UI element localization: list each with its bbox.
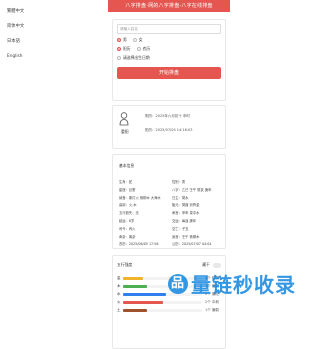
bazi-title: 基本信息 <box>119 163 135 168</box>
wuxing-bar-row: 火 2个 中和 <box>117 300 221 305</box>
wuxing-bar-fill <box>123 277 143 280</box>
bazi-cell: 交运：每逢 庚年 <box>172 218 197 223</box>
bazi-cell: 命卦：离卦 <box>119 234 136 239</box>
language-sidebar: 繁體中文 简体中文 日本語 English <box>0 0 104 300</box>
bazi-cell: 五行缺失：无 <box>119 211 139 216</box>
gender-female-radio[interactable] <box>132 38 137 42</box>
page-title: 八字排盘-网的八字排盘-八字在线排盘 <box>108 0 230 12</box>
birth-form: 请输入姓名 男 女 阳历 农历 请选择出生日期 开始排盘 <box>112 19 226 101</box>
bazi-cell: 司令：丙火 <box>119 226 136 231</box>
bazi-cell: 喜用：火,木 <box>119 203 137 208</box>
bazi-cell: 星座：巨蟹 <box>119 187 136 192</box>
calendar-lunar-label: 农历 <box>142 46 151 51</box>
bazi-cell: 起运：8岁 <box>119 218 135 223</box>
bazi-cell: 纳音：覆灯火 杨柳木 大海水 <box>119 195 161 200</box>
calendar-row: 阳历 农历 <box>117 46 221 52</box>
sidebar-item-simplified-chinese[interactable]: 简体中文 <box>0 19 104 34</box>
wuxing-header: 五行强度 藏干 <box>117 262 221 268</box>
wuxing-bar-fill <box>123 309 147 312</box>
person-icon <box>119 112 129 126</box>
date-select-radio[interactable] <box>117 56 121 60</box>
profile-name: 重阳 <box>121 129 129 134</box>
bazi-cell: 身宫：壬午 杨柳木 <box>172 234 200 239</box>
hidden-stem-toggle[interactable] <box>213 262 221 268</box>
calendar-lunar-radio[interactable] <box>136 47 141 51</box>
hidden-stem-label: 藏干 <box>202 262 210 267</box>
gender-row: 男 女 <box>117 37 221 43</box>
bazi-cell: 日主：癸水 <box>172 195 189 200</box>
wuxing-title: 五行强度 <box>117 262 133 267</box>
calendar-solar-label: 阳历 <box>123 46 131 51</box>
hidden-stem-toggle-wrap: 藏干 <box>202 262 221 268</box>
submit-button[interactable]: 开始排盘 <box>117 67 221 79</box>
bazi-cell: 八字：乙巳 壬午 癸亥 庚申 <box>172 187 212 192</box>
bazi-cell: 命宫：甲申 泉中水 <box>172 211 200 216</box>
wuxing-bar-fill <box>123 301 163 304</box>
calendar-solar-radio[interactable] <box>117 47 121 51</box>
main-column: 八字排盘-网的八字排盘-八字在线排盘 请输入姓名 男 女 阳历 农历 请选择出生… <box>108 0 230 349</box>
watermark-logo-icon: 品 <box>168 273 188 294</box>
bazi-cell: 胎元：癸酉 剑锋金 <box>172 203 200 208</box>
gender-male-label: 男 <box>123 37 127 42</box>
bazi-cell: 公历：2025/07/07 04:04 <box>172 242 212 247</box>
wuxing-bar-row: 土 1个 偏弱 <box>117 308 221 313</box>
sidebar-item-english[interactable]: English <box>0 49 104 64</box>
wuxing-bar-fill <box>123 285 147 288</box>
name-input[interactable]: 请输入姓名 <box>117 24 221 34</box>
wuxing-bar-track <box>123 309 202 312</box>
wuxing-bar-value: 1个 偏弱 <box>205 308 219 312</box>
watermark: 品 量链秒收录 <box>168 269 296 298</box>
profile-card: 重阳 阴历：2025年六月初十 申时 阳历：2025/07/04 14:16:0… <box>112 105 226 149</box>
sidebar-item-japanese[interactable]: 日本語 <box>0 34 104 49</box>
bazi-cell: 空亡：子丑 <box>172 226 189 231</box>
date-select[interactable]: 请选择出生日期 <box>123 55 150 61</box>
profile-lunar-date: 阴历：2025年六月初十 申时 <box>145 114 191 118</box>
gender-female-label: 女 <box>138 37 143 42</box>
date-row: 请选择出生日期 <box>117 55 221 61</box>
bazi-cell: 农历：2025/06/05 17:56 <box>119 242 159 247</box>
bazi-card: 基本信息 生肖：蛇 性别：男星座：巨蟹 八字：乙巳 壬午 癸亥 庚申纳音：覆灯火 杨… <box>112 154 226 249</box>
wuxing-bar-value: 2个 中和 <box>205 300 219 304</box>
bazi-grid: 生肖：蛇 性别：男星座：巨蟹 八字：乙巳 壬午 癸亥 庚申纳音：覆灯火 杨柳木 大海… <box>119 179 221 246</box>
wuxing-bar-fill <box>123 293 167 296</box>
profile-solar-date: 阳历：2025/07/04 14:16:03 <box>145 128 193 132</box>
watermark-text: 量链秒收录 <box>191 273 296 297</box>
sidebar-item-traditional-chinese[interactable]: 繁體中文 <box>0 4 104 19</box>
bazi-cell: 性别：男 <box>172 180 186 184</box>
bazi-cell: 生肖：蛇 <box>119 180 133 184</box>
gender-male-radio[interactable] <box>117 38 121 42</box>
wuxing-bar-track <box>123 301 202 304</box>
